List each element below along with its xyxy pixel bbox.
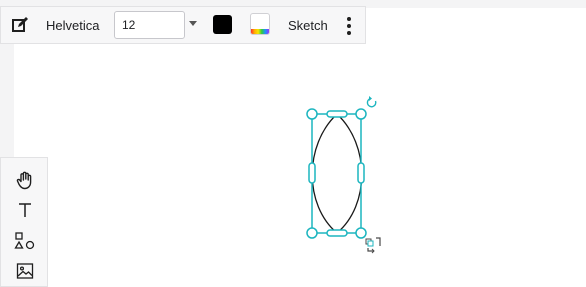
rotate-icon[interactable] [366,96,377,108]
canvas-shape-layer [306,96,381,254]
resize-handle-bottom[interactable] [326,229,348,237]
resize-handle-bottom-left[interactable] [306,227,318,239]
resize-handle-right[interactable] [357,162,365,184]
selection-box [311,113,362,234]
resize-handle-top-left[interactable] [306,108,318,120]
resize-handle-top-right[interactable] [355,108,367,120]
resize-handle-bottom-right[interactable] [355,227,367,239]
resize-handle-left[interactable] [308,162,316,184]
transform-icon[interactable] [365,237,381,254]
resize-handle-top[interactable] [326,110,348,118]
ellipse-shape[interactable] [311,113,363,234]
